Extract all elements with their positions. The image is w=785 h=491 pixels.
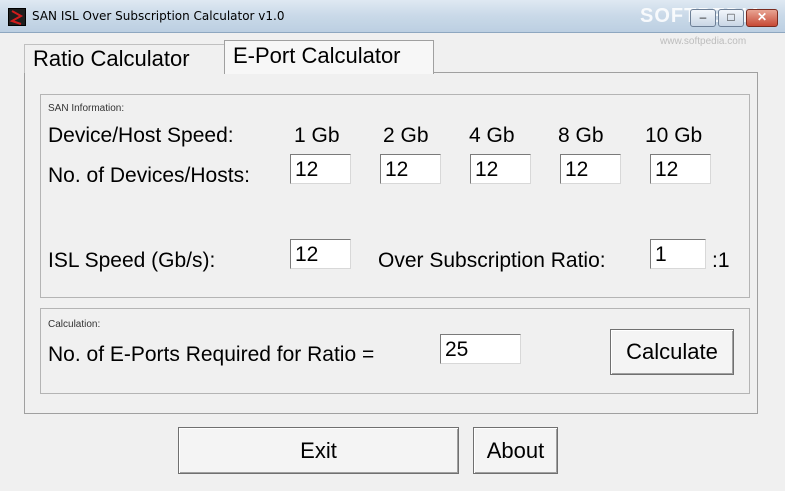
speed-8gb-label: 8 Gb [558, 124, 604, 147]
minimize-button[interactable]: – [690, 9, 716, 27]
calculation-label: Calculation: [48, 319, 101, 330]
eports-required-label: No. of E-Ports Required for Ratio = [48, 343, 375, 366]
exit-button[interactable]: Exit [178, 427, 459, 474]
close-button[interactable]: ✕ [746, 9, 778, 27]
tab-eport-calculator[interactable]: E-Port Calculator [224, 40, 434, 74]
speed-1gb-label: 1 Gb [294, 124, 340, 147]
ratio-input[interactable]: 1 [650, 239, 706, 269]
san-information-label: SAN Information: [48, 103, 125, 114]
speed-10gb-label: 10 Gb [645, 124, 703, 147]
window-title: SAN ISL Over Subscription Calculator v1.… [32, 9, 285, 23]
devices-4gb-input[interactable]: 12 [470, 154, 531, 184]
device-speed-label: Device/Host Speed: [48, 124, 234, 147]
maximize-button[interactable]: □ [718, 9, 744, 27]
devices-2gb-input[interactable]: 12 [380, 154, 441, 184]
isl-speed-label: ISL Speed (Gb/s): [48, 249, 216, 272]
minimize-icon: – [699, 10, 707, 24]
speed-4gb-label: 4 Gb [469, 124, 515, 147]
isl-speed-input[interactable]: 12 [290, 239, 351, 269]
ratio-label: Over Subscription Ratio: [378, 249, 606, 272]
maximize-icon: □ [727, 10, 735, 24]
app-icon [8, 8, 26, 26]
speed-2gb-label: 2 Gb [383, 124, 429, 147]
ratio-suffix: :1 [712, 249, 730, 272]
close-icon: ✕ [756, 10, 768, 24]
calculate-button[interactable]: Calculate [610, 329, 734, 375]
tab-ratio-calculator[interactable]: Ratio Calculator [24, 44, 230, 73]
devices-label: No. of Devices/Hosts: [48, 164, 250, 187]
watermark-url: www.softpedia.com [660, 36, 747, 47]
eports-result-field[interactable]: 25 [440, 334, 521, 364]
title-bar[interactable]: SAN ISL Over Subscription Calculator v1.… [0, 0, 785, 33]
about-button[interactable]: About [473, 427, 558, 474]
devices-1gb-input[interactable]: 12 [290, 154, 351, 184]
devices-8gb-input[interactable]: 12 [560, 154, 621, 184]
devices-10gb-input[interactable]: 12 [650, 154, 711, 184]
